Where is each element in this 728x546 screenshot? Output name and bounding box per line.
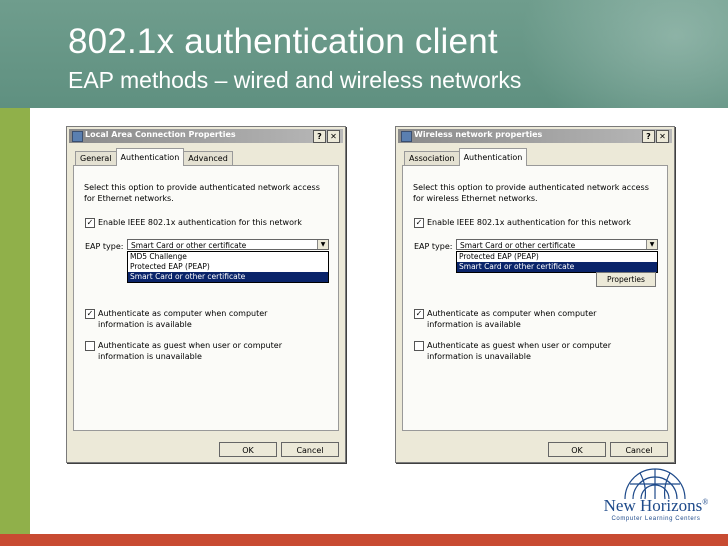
description-text: Select this option to provide authentica… bbox=[413, 183, 649, 203]
left-accent-bar bbox=[0, 108, 30, 534]
auth-computer-checkbox[interactable]: ✓ bbox=[414, 309, 424, 319]
cancel-button[interactable]: Cancel bbox=[281, 442, 339, 457]
eap-option-peap[interactable]: Protected EAP (PEAP) bbox=[128, 262, 328, 272]
enable-8021x-checkbox[interactable]: ✓ bbox=[414, 218, 424, 228]
auth-computer-checkbox[interactable]: ✓ bbox=[85, 309, 95, 319]
enable-8021x-label: Enable IEEE 802.1x authentication for th… bbox=[98, 218, 302, 227]
network-icon bbox=[72, 131, 83, 142]
logo-name: New Horizons bbox=[603, 496, 703, 515]
enable-8021x-label: Enable IEEE 802.1x authentication for th… bbox=[427, 218, 631, 227]
authentication-panel: Select this option to provide authentica… bbox=[73, 165, 339, 431]
tab-authentication[interactable]: Authentication bbox=[458, 148, 528, 166]
tab-authentication[interactable]: Authentication bbox=[115, 148, 185, 166]
new-horizons-logo: New Horizons® Computer Learning Centers bbox=[600, 466, 710, 530]
close-button[interactable]: ✕ bbox=[327, 130, 340, 143]
authentication-panel: Select this option to provide authentica… bbox=[402, 165, 668, 431]
eap-type-value: Smart Card or other certificate bbox=[131, 241, 247, 250]
eap-type-label: EAP type: bbox=[85, 242, 124, 251]
tab-strip: Association Authentication bbox=[404, 148, 528, 166]
eap-type-dropdown[interactable]: Smart Card or other certificate ▼ bbox=[456, 239, 658, 250]
eap-option-peap[interactable]: Protected EAP (PEAP) bbox=[457, 252, 657, 262]
local-area-connection-dialog: Local Area Connection Properties ? ✕ Gen… bbox=[66, 126, 346, 463]
eap-option-md5[interactable]: MD5 Challenge bbox=[128, 252, 328, 262]
auth-computer-label: Authenticate as computer when computer i… bbox=[427, 309, 597, 329]
auth-guest-checkbox[interactable] bbox=[85, 341, 95, 351]
dialog-titlebar: Wireless network properties ? ✕ bbox=[398, 129, 672, 143]
cancel-button[interactable]: Cancel bbox=[610, 442, 668, 457]
bottom-accent-bar bbox=[0, 534, 728, 546]
globe-icon bbox=[624, 468, 686, 500]
eap-option-smart-card[interactable]: Smart Card or other certificate bbox=[128, 272, 328, 282]
eap-type-list[interactable]: MD5 Challenge Protected EAP (PEAP) Smart… bbox=[127, 251, 329, 283]
auth-computer-label: Authenticate as computer when computer i… bbox=[98, 309, 268, 329]
help-button[interactable]: ? bbox=[642, 130, 655, 143]
slide-subtitle: EAP methods – wired and wireless network… bbox=[68, 67, 522, 93]
tab-strip: General Authentication Advanced bbox=[75, 148, 233, 166]
slide-header: 802.1x authentication client EAP methods… bbox=[0, 0, 728, 108]
wireless-icon bbox=[401, 131, 412, 142]
slide-title: 802.1x authentication client bbox=[68, 22, 498, 61]
chevron-down-icon[interactable]: ▼ bbox=[317, 240, 328, 249]
enable-8021x-checkbox[interactable]: ✓ bbox=[85, 218, 95, 228]
auth-guest-label: Authenticate as guest when user or compu… bbox=[98, 341, 282, 361]
tab-association[interactable]: Association bbox=[404, 151, 460, 166]
eap-option-smart-card[interactable]: Smart Card or other certificate bbox=[457, 262, 657, 272]
dialog-title: Local Area Connection Properties bbox=[85, 130, 236, 139]
eap-type-list[interactable]: Protected EAP (PEAP) Smart Card or other… bbox=[456, 251, 658, 273]
dialog-title: Wireless network properties bbox=[414, 130, 543, 139]
logo-tagline: Computer Learning Centers bbox=[611, 516, 701, 522]
ok-button[interactable]: OK bbox=[219, 442, 277, 457]
logo-wordmark: New Horizons® bbox=[600, 496, 712, 516]
auth-guest-checkbox[interactable] bbox=[414, 341, 424, 351]
properties-button[interactable]: Properties bbox=[596, 272, 656, 287]
eap-type-label: EAP type: bbox=[414, 242, 453, 251]
tab-general[interactable]: General bbox=[75, 151, 117, 166]
chevron-down-icon[interactable]: ▼ bbox=[646, 240, 657, 249]
auth-guest-label: Authenticate as guest when user or compu… bbox=[427, 341, 611, 361]
help-button[interactable]: ? bbox=[313, 130, 326, 143]
ok-button[interactable]: OK bbox=[548, 442, 606, 457]
registered-mark: ® bbox=[702, 497, 709, 507]
dialog-titlebar: Local Area Connection Properties ? ✕ bbox=[69, 129, 343, 143]
eap-type-dropdown[interactable]: Smart Card or other certificate ▼ bbox=[127, 239, 329, 250]
tab-advanced[interactable]: Advanced bbox=[183, 151, 233, 166]
wireless-network-properties-dialog: Wireless network properties ? ✕ Associat… bbox=[395, 126, 675, 463]
description-text: Select this option to provide authentica… bbox=[84, 183, 320, 203]
close-button[interactable]: ✕ bbox=[656, 130, 669, 143]
eap-type-value: Smart Card or other certificate bbox=[460, 241, 576, 250]
